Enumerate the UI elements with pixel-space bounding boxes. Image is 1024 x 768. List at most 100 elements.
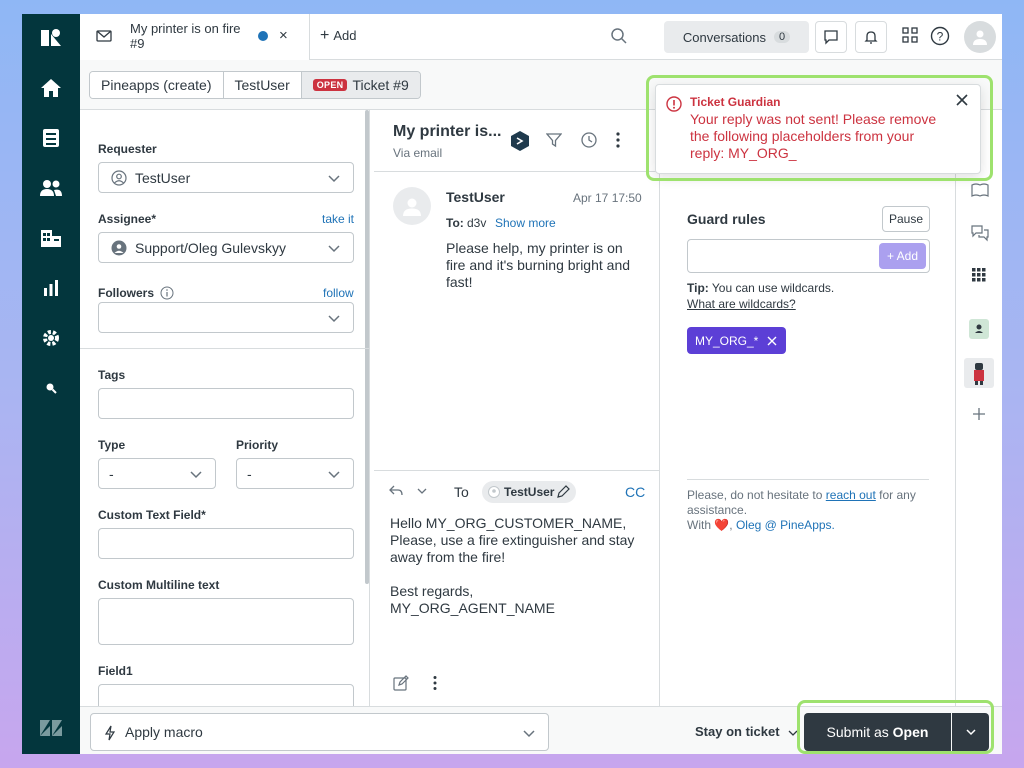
views-icon[interactable]: [39, 126, 63, 150]
add-rule-button[interactable]: + Add: [879, 243, 926, 269]
ticket-tab[interactable]: My printer is on fire #9 ×: [80, 14, 310, 60]
conversations-count-badge: 0: [773, 31, 791, 43]
add-tab-button[interactable]: + Add: [320, 27, 356, 45]
admin-gear-icon[interactable]: [39, 326, 63, 350]
submit-highlight: [797, 700, 994, 754]
zendesk-brand-icon: [39, 716, 63, 740]
reply-editor[interactable]: Hello MY_ORG_CUSTOMER_NAME, Please, use …: [390, 515, 648, 617]
remove-tag-icon: [767, 336, 777, 345]
compose-icon[interactable]: [393, 675, 409, 694]
conversation-header: My printer is... Via email: [374, 110, 660, 172]
breadcrumb-user[interactable]: TestUser: [223, 72, 302, 98]
conversations-button[interactable]: Conversations 0: [664, 21, 809, 53]
chevron-down-icon: [328, 245, 340, 253]
apps-grid-icon[interactable]: [972, 268, 986, 285]
message-author: TestUser: [446, 189, 505, 205]
footer-with: With: [687, 518, 711, 532]
small-search-icon[interactable]: [39, 376, 63, 400]
breadcrumb-ticket[interactable]: OPEN Ticket #9: [301, 72, 420, 98]
follow-link[interactable]: follow: [323, 286, 354, 300]
wildcards-link[interactable]: What are wildcards?: [687, 297, 796, 311]
reply-line-4: MY_ORG_AGENT_NAME: [390, 600, 555, 616]
ticket-subject: My printer is...: [393, 123, 502, 140]
take-it-link[interactable]: take it: [322, 212, 354, 226]
type-label: Type: [98, 438, 126, 452]
customers-icon[interactable]: [39, 176, 63, 200]
stay-on-ticket-label: Stay on ticket: [695, 724, 780, 739]
signature-link[interactable]: Oleg @ PineApps.: [736, 518, 835, 532]
type-value: -: [109, 465, 114, 482]
svg-text:?: ?: [937, 30, 944, 44]
footer-text-1: Please, do not hesitate to: [687, 488, 823, 502]
reply-line-2: Please, use a fire extinguisher and stay…: [390, 532, 635, 565]
apps-icon-rail: [956, 110, 1002, 706]
guardian-app-icon[interactable]: [964, 358, 994, 388]
rule-tag[interactable]: MY_ORG_*: [687, 327, 787, 354]
properties-divider: [80, 348, 369, 349]
reply-composer: To TestUser CC Hello MY_ORG_CUSTOMER_NAM…: [374, 470, 660, 706]
unsaved-dot-indicator: [258, 31, 268, 41]
apps-grid-icon[interactable]: [902, 27, 918, 46]
zendesk-logo-icon[interactable]: [39, 26, 63, 50]
field1-label: Field1: [98, 664, 133, 678]
left-nav-rail: [22, 14, 80, 754]
properties-scrollbar[interactable]: [365, 110, 369, 584]
requester-value: TestUser: [135, 169, 191, 186]
home-icon[interactable]: [39, 76, 63, 100]
organizations-icon[interactable]: [39, 226, 63, 250]
tags-field[interactable]: [98, 388, 354, 419]
user-avatar[interactable]: [964, 21, 996, 53]
custom-multiline-label: Custom Multiline text: [98, 578, 220, 592]
apply-macro-select[interactable]: Apply macro: [90, 713, 549, 751]
panel-footer: Please, do not hesitate to reach out for…: [687, 488, 916, 532]
ticket-properties-panel: Requester TestUser Assignee* take it Sup…: [80, 110, 370, 706]
help-icon[interactable]: ?: [930, 26, 950, 49]
cc-button[interactable]: CC: [625, 484, 645, 500]
custom-text-label: Custom Text Field*: [98, 508, 206, 522]
recipient-chip[interactable]: TestUser: [482, 481, 577, 503]
info-icon[interactable]: [160, 286, 174, 303]
message-body: Please help, my printer is on fire and i…: [446, 240, 631, 290]
tab-close-icon[interactable]: ×: [279, 27, 288, 44]
add-tab-label: Add: [333, 28, 357, 43]
followers-field[interactable]: [98, 302, 354, 333]
custom-multiline-field[interactable]: [98, 598, 354, 645]
knowledge-book-icon[interactable]: [971, 182, 989, 201]
rule-input[interactable]: + Add: [687, 239, 930, 273]
reply-type-chevron-icon[interactable]: [416, 485, 428, 500]
breadcrumb-organization[interactable]: Pineapps (create): [90, 72, 224, 98]
type-select[interactable]: -: [98, 458, 216, 489]
search-icon[interactable]: [610, 27, 628, 48]
history-icon[interactable]: [580, 131, 598, 152]
contact-app-icon[interactable]: [969, 319, 989, 339]
agent-avatar-icon: [111, 240, 127, 255]
field1-input[interactable]: [98, 684, 354, 706]
reply-arrow-icon[interactable]: [388, 484, 404, 501]
assignee-value: Support/Oleg Gulevskyy: [135, 239, 286, 256]
pencil-icon: [557, 485, 571, 498]
add-app-icon[interactable]: [972, 407, 986, 424]
pause-button[interactable]: Pause: [882, 206, 930, 232]
composer-more-icon[interactable]: [432, 675, 438, 694]
notification-highlight: [646, 75, 993, 181]
show-more-link[interactable]: Show more: [495, 216, 556, 230]
reporting-icon[interactable]: [39, 276, 63, 300]
more-options-icon[interactable]: [615, 131, 621, 152]
filter-icon[interactable]: [545, 132, 563, 151]
recipient-name: TestUser: [504, 485, 555, 499]
assignee-field[interactable]: Support/Oleg Gulevskyy: [98, 232, 354, 263]
to-value: d3v: [467, 216, 487, 230]
requester-field[interactable]: TestUser: [98, 162, 354, 193]
chat-bubble-button[interactable]: [815, 21, 847, 53]
priority-select[interactable]: -: [236, 458, 354, 489]
app-hexagon-icon[interactable]: [510, 130, 530, 155]
breadcrumb-ticket-label: Ticket #9: [352, 77, 409, 93]
reply-to-label: To: [454, 484, 469, 500]
notifications-button[interactable]: [855, 21, 887, 53]
chat-icon[interactable]: [971, 224, 989, 245]
custom-text-field[interactable]: [98, 528, 354, 559]
chat-bubble-icon: [824, 30, 838, 45]
reach-out-link[interactable]: reach out: [826, 488, 876, 502]
stay-on-ticket-select[interactable]: Stay on ticket: [695, 724, 799, 739]
tags-label: Tags: [98, 368, 126, 382]
